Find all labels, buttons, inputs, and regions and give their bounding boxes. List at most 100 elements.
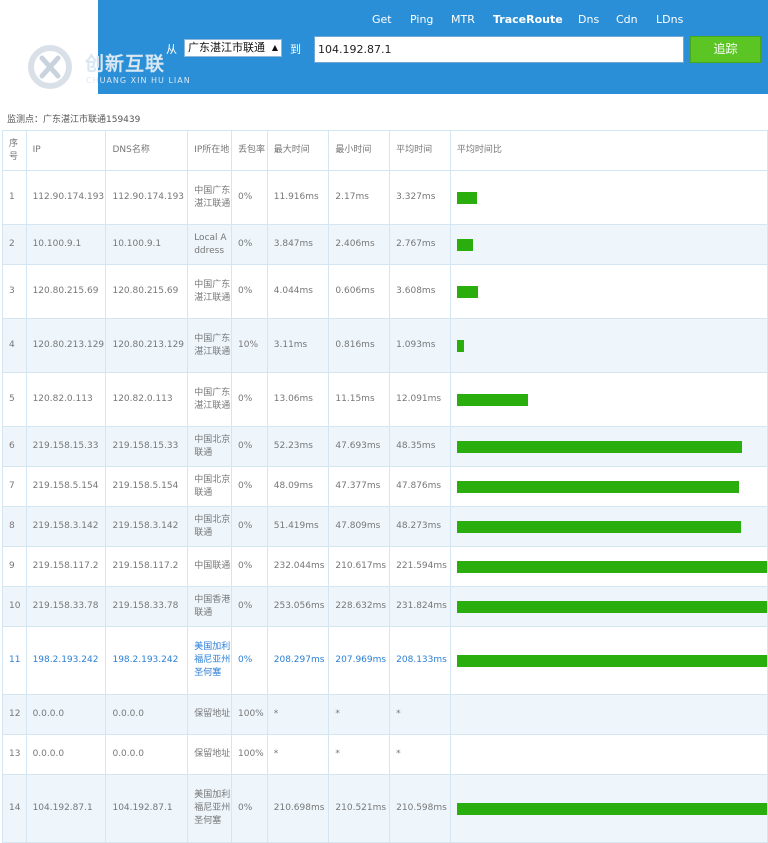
hop-loss: 100% <box>231 734 268 775</box>
hop-avg-time: 1.093ms <box>389 318 451 373</box>
hop-ratio-cell <box>449 224 768 265</box>
hop-dns: 10.100.9.1 <box>105 224 189 265</box>
avg-time-ratio-bar <box>456 560 767 573</box>
hop-ip: 219.158.117.2 <box>25 546 107 587</box>
hop-dns: 198.2.193.242 <box>105 626 189 695</box>
hop-ip: 120.82.0.113 <box>25 372 107 427</box>
hop-ip: 219.158.5.154 <box>25 466 107 507</box>
target-ip-input[interactable]: 104.192.87.1 <box>314 36 684 63</box>
hop-dns: 112.90.174.193 <box>105 170 189 225</box>
hop-ratio-cell <box>449 506 768 547</box>
hop-loss: 0% <box>231 372 268 427</box>
hop-avg-time: 12.091ms <box>389 372 451 427</box>
hop-ip: 219.158.33.78 <box>25 586 107 627</box>
table-row: 12 0.0.0.0 0.0.0.0 保留地址 100% * * * <box>2 694 768 735</box>
hop-location: 中国广东湛江联通 <box>187 318 232 373</box>
table-row: 5 120.82.0.113 120.82.0.113 中国广东湛江联通 0% 13.06… <box>2 372 768 427</box>
table-row: 6 219.158.15.33 219.158.15.33 中国北京联通 0% 52.23… <box>2 426 768 467</box>
col-header-min: 最小时间 <box>328 130 391 171</box>
hop-min-time: 11.15ms <box>328 372 391 427</box>
hop-avg-time: 221.594ms <box>389 546 451 587</box>
nav-mtr[interactable]: MTR <box>451 13 475 26</box>
hop-avg-time: 208.133ms <box>389 626 451 695</box>
nav-ldns[interactable]: LDns <box>656 13 683 26</box>
hop-loss: 0% <box>231 224 268 265</box>
col-header-dns: DNS名称 <box>105 130 189 171</box>
hop-ip: 219.158.3.142 <box>25 506 107 547</box>
monitor-point: 监测点：广东湛江市联通159439 <box>7 115 141 125</box>
hop-dns: 120.80.215.69 <box>105 264 189 319</box>
from-node-select[interactable]: 广东湛江市联通 ▲ <box>184 39 282 57</box>
nav-ping[interactable]: Ping <box>410 13 433 26</box>
nav-cdn[interactable]: Cdn <box>616 13 638 26</box>
hop-location: 中国北京联通 <box>187 506 232 547</box>
table-row: 11 198.2.193.242 198.2.193.242 美国加利福尼亚州圣何塞 0… <box>2 626 768 695</box>
logo-mark-icon <box>28 45 72 89</box>
avg-time-ratio-bar <box>456 285 478 298</box>
hop-number: 2 <box>2 224 27 265</box>
trace-button[interactable]: 追踪 <box>690 36 761 63</box>
hop-loss: 0% <box>231 626 268 695</box>
hop-number: 1 <box>2 170 27 225</box>
hop-dns: 219.158.5.154 <box>105 466 189 507</box>
table-row: 13 0.0.0.0 0.0.0.0 保留地址 100% * * * <box>2 734 768 775</box>
hop-ratio-cell <box>449 626 768 695</box>
hop-avg-time: 2.767ms <box>389 224 451 265</box>
hop-loss: 0% <box>231 586 268 627</box>
hop-max-time: 208.297ms <box>266 626 330 695</box>
hop-ip: 0.0.0.0 <box>25 734 107 775</box>
col-header-location: IP所在地 <box>187 130 232 171</box>
hop-ratio-cell <box>449 426 768 467</box>
avg-time-ratio-bar <box>456 520 741 533</box>
hop-ratio-cell <box>449 466 768 507</box>
hop-ip: 198.2.193.242 <box>25 626 107 695</box>
hop-avg-time: 47.876ms <box>389 466 451 507</box>
hop-max-time: 52.23ms <box>266 426 330 467</box>
hop-number: 8 <box>2 506 27 547</box>
hop-min-time: * <box>328 734 391 775</box>
hop-ip: 0.0.0.0 <box>25 694 107 735</box>
table-row: 3 120.80.215.69 120.80.215.69 中国广东湛江联通 0% 4.0… <box>2 264 768 319</box>
hop-ip: 120.80.213.129 <box>25 318 107 373</box>
hop-loss: 0% <box>231 774 268 843</box>
avg-time-ratio-bar <box>456 191 477 204</box>
hop-min-time: 47.377ms <box>328 466 391 507</box>
hop-ip: 10.100.9.1 <box>25 224 107 265</box>
hop-max-time: 48.09ms <box>266 466 330 507</box>
hop-loss: 0% <box>231 170 268 225</box>
hop-number: 4 <box>2 318 27 373</box>
tool-nav: Get Ping MTR TraceRoute Dns Cdn LDns <box>0 13 768 29</box>
nav-dns[interactable]: Dns <box>578 13 599 26</box>
hop-number: 10 <box>2 586 27 627</box>
hop-location: 中国广东湛江联通 <box>187 170 232 225</box>
nav-get[interactable]: Get <box>372 13 392 26</box>
col-header-ip: IP <box>25 130 107 171</box>
top-header: Get Ping MTR TraceRoute Dns Cdn LDns 创新互… <box>0 0 768 94</box>
hop-avg-time: 48.35ms <box>389 426 451 467</box>
hop-min-time: 2.406ms <box>328 224 391 265</box>
col-header-no: 序号 <box>2 130 27 171</box>
hop-number: 6 <box>2 426 27 467</box>
hop-ip: 104.192.87.1 <box>25 774 107 843</box>
hop-ratio-cell <box>449 774 768 843</box>
hop-max-time: 4.044ms <box>266 264 330 319</box>
hop-location: 中国香港联通 <box>187 586 232 627</box>
hop-max-time: * <box>266 734 330 775</box>
hop-ratio-cell <box>449 586 768 627</box>
hop-dns: 219.158.3.142 <box>105 506 189 547</box>
col-header-loss: 丢包率 <box>231 130 268 171</box>
hop-max-time: 210.698ms <box>266 774 330 843</box>
hop-min-time: 47.809ms <box>328 506 391 547</box>
nav-traceroute[interactable]: TraceRoute <box>493 13 563 26</box>
hop-location: 中国北京联通 <box>187 466 232 507</box>
hop-location[interactable]: 美国加利福尼亚州圣何塞 <box>187 626 232 695</box>
hop-location: 中国联通 <box>187 546 232 587</box>
table-header-row: 序号 IP DNS名称 IP所在地 丢包率 最大时间 最小时间 平均时间 平均时… <box>2 130 768 171</box>
avg-time-ratio-bar <box>456 440 742 453</box>
table-row: 1 112.90.174.193 112.90.174.193 中国广东湛江联通 0% 1… <box>2 170 768 225</box>
hop-ratio-cell <box>449 170 768 225</box>
hop-number: 9 <box>2 546 27 587</box>
from-label: 从 <box>166 43 177 56</box>
hop-ip: 219.158.15.33 <box>25 426 107 467</box>
hop-min-time: 0.816ms <box>328 318 391 373</box>
